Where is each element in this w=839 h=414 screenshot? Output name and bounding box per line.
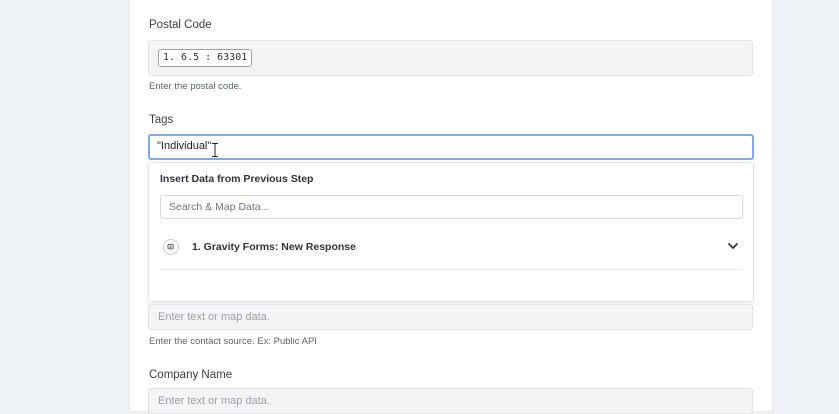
postal-code-label: Postal Code [149, 19, 212, 31]
tags-input-value: "Individual" [157, 140, 212, 152]
chevron-down-icon[interactable] [727, 240, 739, 252]
postal-code-help: Enter the postal code. [149, 81, 242, 92]
mapped-data-pill[interactable]: 1. 6.5 : 63301 [158, 49, 253, 67]
step-label: 1. Gravity Forms: New Response [192, 241, 356, 253]
tags-input[interactable]: "Individual" [148, 134, 754, 160]
contact-source-input[interactable]: Enter text or map data. [148, 304, 753, 330]
postal-code-field[interactable]: 1. 6.5 : 63301 [148, 40, 753, 76]
insert-data-dropdown: Insert Data from Previous Step Search & … [148, 162, 754, 302]
dropdown-heading: Insert Data from Previous Step [160, 173, 314, 185]
contact-source-placeholder: Enter text or map data. [158, 311, 270, 323]
divider [160, 269, 743, 270]
company-name-input[interactable]: Enter text or map data. [148, 388, 753, 414]
text-cursor-icon [212, 143, 218, 157]
contact-source-help: Enter the contact source. Ex: Public API [149, 336, 317, 347]
company-name-placeholder: Enter text or map data. [158, 395, 270, 407]
map-data-search-input[interactable]: Search & Map Data... [160, 195, 743, 219]
step-row-gravity-forms[interactable]: 1. Gravity Forms: New Response [160, 235, 743, 261]
form-app-icon [163, 239, 179, 255]
company-name-label: Company Name [149, 369, 233, 381]
search-placeholder: Search & Map Data... [169, 201, 270, 213]
tags-label: Tags [149, 114, 174, 126]
